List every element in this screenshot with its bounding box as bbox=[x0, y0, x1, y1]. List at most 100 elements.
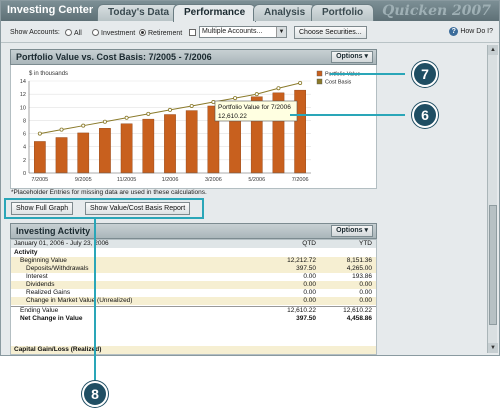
portfolio-value-bar bbox=[142, 118, 155, 174]
activity-options-button[interactable]: Options ▾ bbox=[331, 225, 373, 237]
multiple-accounts-checkbox[interactable] bbox=[189, 29, 198, 37]
row-label: Capital Gain/Loss (Realized) bbox=[14, 346, 102, 353]
table-row: Dividends 0.00 0.00 bbox=[11, 281, 376, 289]
callout-line-8 bbox=[94, 219, 96, 381]
radio-investment-label: Investment bbox=[101, 30, 136, 37]
table-row: Capital Gain/Loss (Realized) bbox=[11, 346, 376, 354]
show-value-cost-basis-report-button[interactable]: Show Value/Cost Basis Report bbox=[85, 202, 191, 215]
radio-retirement-label: Retirement bbox=[148, 30, 183, 37]
table-row: Ending Value 12,610.22 12,610.22 bbox=[11, 306, 376, 314]
table-row: Realized Gains 0.00 0.00 bbox=[11, 289, 376, 297]
choose-securities-button[interactable]: Choose Securities... bbox=[294, 26, 367, 39]
x-tick-label: 9/2005 bbox=[75, 177, 92, 183]
app-title: Investing Center bbox=[7, 4, 94, 16]
radio-circle bbox=[65, 29, 72, 36]
portfolio-value-chart[interactable]: $ in thousands 0 2 4 6 8 10 12 14 7/2005 9/2005 11… bbox=[11, 65, 378, 189]
col-ytd: YTD bbox=[359, 240, 372, 247]
callout-line-7 bbox=[330, 73, 405, 75]
x-tick-label: 5/2006 bbox=[248, 177, 265, 183]
tooltip-line-2: 12,610.22 bbox=[218, 113, 247, 120]
y-tick-label: 0 bbox=[23, 171, 26, 177]
cost-basis-point bbox=[146, 111, 151, 116]
units-label: $ in thousands bbox=[29, 71, 68, 77]
cost-basis-point bbox=[59, 127, 64, 132]
row-label: Interest bbox=[26, 273, 48, 280]
y-tick-label: 8 bbox=[23, 118, 26, 124]
row-ytd: 0.00 bbox=[359, 281, 372, 288]
how-do-i-link[interactable]: ? How Do I? bbox=[449, 27, 493, 36]
investing-activity-table: January 01, 2006 - July 23, 2006 QTD YTD… bbox=[10, 239, 377, 355]
chart-panel-header: Portfolio Value vs. Cost Basis: 7/2005 -… bbox=[10, 49, 377, 65]
cost-basis-point bbox=[167, 107, 172, 112]
help-icon: ? bbox=[449, 27, 459, 36]
row-qtd: 0.00 bbox=[303, 273, 316, 280]
radio-circle bbox=[92, 29, 99, 36]
table-header-row: January 01, 2006 - July 23, 2006 QTD YTD bbox=[11, 240, 376, 248]
show-accounts-label: Show Accounts: bbox=[10, 29, 60, 36]
vertical-scrollbar[interactable]: ▲ ▼ bbox=[487, 45, 498, 353]
tab-performance[interactable]: Performance bbox=[173, 4, 257, 22]
callout-box-bottom bbox=[4, 217, 204, 219]
callout-box-top bbox=[4, 198, 204, 200]
row-ytd: 8,151.36 bbox=[346, 257, 372, 264]
x-tick-label: 11/2005 bbox=[117, 177, 136, 183]
row-qtd: 0.00 bbox=[303, 289, 316, 296]
cost-basis-point bbox=[276, 86, 281, 91]
cost-basis-point bbox=[298, 80, 303, 85]
cost-basis-point bbox=[37, 131, 42, 136]
row-label: Net Change in Value bbox=[20, 315, 83, 322]
scrollbar-thumb[interactable] bbox=[489, 205, 497, 325]
table-row: Deposits/Withdrawals 397.50 4,265.00 bbox=[11, 265, 376, 273]
tab-portfolio[interactable]: Portfolio bbox=[311, 4, 375, 21]
cost-basis-point bbox=[189, 103, 194, 108]
activity-panel-header: Investing Activity Options ▾ bbox=[10, 223, 377, 239]
row-label: Ending Value bbox=[20, 307, 59, 314]
row-label: Deposits/Withdrawals bbox=[26, 265, 89, 272]
table-row: Net Change in Value 397.50 4,458.86 bbox=[11, 315, 376, 323]
scroll-up-icon[interactable]: ▲ bbox=[488, 45, 498, 55]
tab-analysis[interactable]: Analysis bbox=[253, 4, 317, 21]
row-ytd: 4,265.00 bbox=[346, 265, 372, 272]
cost-basis-point bbox=[233, 96, 238, 101]
multiple-accounts-dropdown[interactable]: Multiple Accounts... ▼ bbox=[199, 26, 287, 38]
tab-todays-data[interactable]: Today's Data bbox=[97, 4, 181, 21]
table-row: Beginning Value 12,212.72 8,151.36 bbox=[11, 257, 376, 265]
portfolio-value-bar bbox=[185, 110, 198, 174]
chart-tooltip: Portfolio Value for 7/2006 12,610.22 bbox=[214, 100, 298, 122]
chart-options-button[interactable]: Options ▾ bbox=[331, 51, 373, 63]
row-qtd: 0.00 bbox=[303, 281, 316, 288]
investing-center-window: Investing Center Today's Data Performanc… bbox=[0, 0, 500, 356]
chart-panel-title: Portfolio Value vs. Cost Basis: 7/2005 -… bbox=[16, 52, 212, 62]
tooltip-line-1: Portfolio Value for 7/2006 bbox=[218, 104, 291, 111]
x-tick-label: 7/2005 bbox=[31, 177, 48, 183]
x-tick-label: 1/2006 bbox=[162, 177, 179, 183]
callout-badge-6: 6 bbox=[412, 102, 438, 128]
radio-all-label: All bbox=[74, 30, 82, 37]
radio-investment[interactable]: Investment bbox=[92, 29, 135, 37]
radio-retirement[interactable]: Retirement bbox=[139, 29, 182, 37]
row-label: Dividends bbox=[26, 281, 55, 288]
scroll-down-icon[interactable]: ▼ bbox=[488, 343, 498, 353]
activity-panel-title: Investing Activity bbox=[16, 226, 91, 236]
cost-basis-point bbox=[211, 100, 216, 105]
portfolio-value-bar bbox=[34, 141, 46, 174]
table-row: Activity bbox=[11, 249, 376, 257]
radio-all[interactable]: All bbox=[65, 29, 82, 37]
chevron-down-icon[interactable]: ▼ bbox=[276, 27, 286, 37]
legend-swatch bbox=[316, 70, 323, 77]
portfolio-value-bar bbox=[77, 132, 90, 174]
cost-basis-point bbox=[124, 115, 129, 120]
y-tick-label: 4 bbox=[23, 145, 26, 151]
col-qtd: QTD bbox=[302, 240, 316, 247]
show-full-graph-button[interactable]: Show Full Graph bbox=[11, 202, 74, 215]
radio-circle-selected bbox=[139, 29, 146, 36]
x-tick-label: 3/2006 bbox=[205, 177, 222, 183]
callout-badge-7: 7 bbox=[412, 61, 438, 87]
row-label: Change in Market Value (Unrealized) bbox=[26, 297, 133, 304]
row-label: Activity bbox=[14, 249, 38, 256]
row-ytd: 193.86 bbox=[352, 273, 372, 280]
dropdown-value: Multiple Accounts... bbox=[202, 28, 263, 35]
placeholder-footnote: *Placeholder Entries for missing data ar… bbox=[11, 189, 207, 196]
row-qtd: 397.50 bbox=[296, 315, 316, 322]
options-label: Options bbox=[336, 53, 363, 60]
